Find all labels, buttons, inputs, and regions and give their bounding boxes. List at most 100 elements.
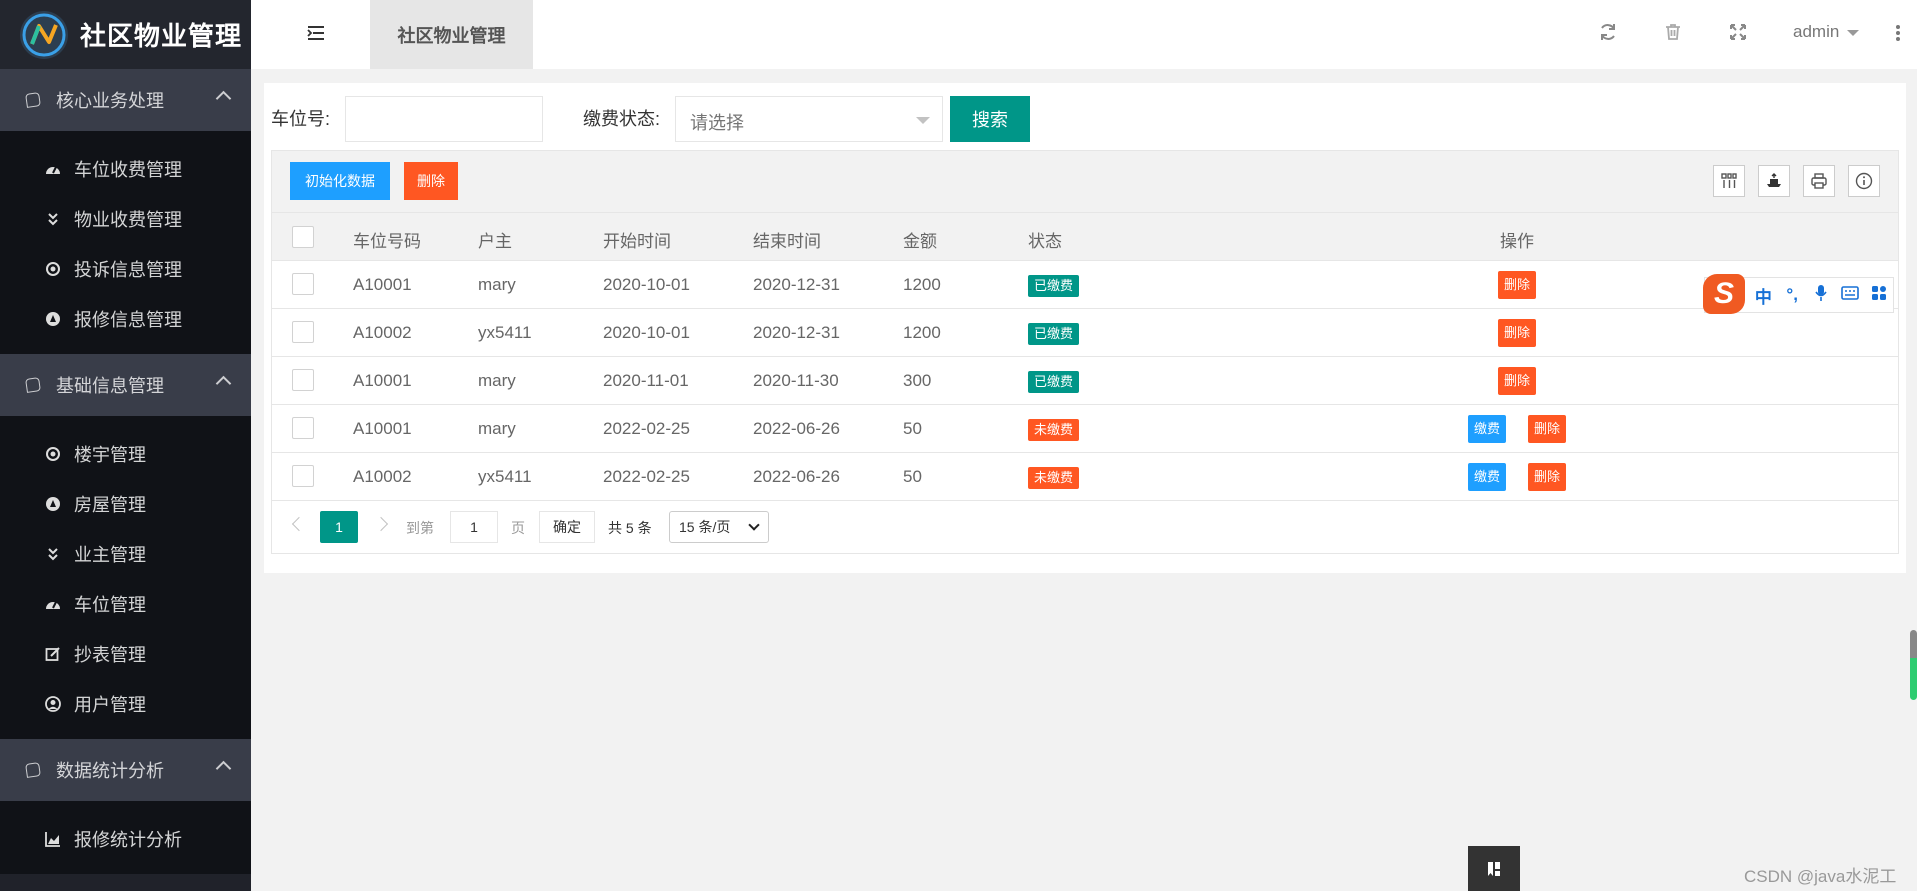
microphone-icon[interactable]	[1807, 284, 1836, 307]
delete-row-button[interactable]: 删除	[1528, 415, 1567, 443]
user-menu[interactable]: admin	[1793, 22, 1860, 42]
cell-code: A10001	[353, 419, 412, 438]
side-scroll-indicator[interactable]	[1910, 630, 1917, 700]
tab-property-management[interactable]: 社区物业管理	[370, 0, 533, 69]
app-logo[interactable]: 社区物业管理	[0, 0, 251, 69]
row-checkbox[interactable]	[292, 273, 314, 295]
sidebar-item-houses[interactable]: 房屋管理	[0, 479, 251, 529]
status-badge: 未缴费	[1028, 419, 1080, 441]
nav-list-statistics: 报修统计分析	[0, 801, 251, 874]
search-button[interactable]: 搜索	[950, 96, 1030, 142]
menu-toggle-icon[interactable]	[305, 22, 327, 44]
sidebar-item-repairs[interactable]: 报修信息管理	[0, 294, 251, 344]
select-all-checkbox[interactable]	[292, 226, 314, 248]
double-chevron-down-icon	[44, 210, 62, 228]
sidebar-item-label: 房屋管理	[74, 495, 146, 515]
refresh-icon[interactable]	[1598, 22, 1618, 42]
data-table: 初始化数据 删除 车位号码 户主 开始时间 结束时间 金额 状态 操作 A100…	[271, 150, 1899, 554]
apps-grid-icon[interactable]	[1864, 285, 1893, 306]
dashboard-icon	[44, 595, 62, 613]
main-card: 车位号: 缴费状态: 请选择 搜索 初始化数据 删除 车位号码 户主 开始时间 …	[264, 83, 1906, 573]
sidebar-item-parking-fee[interactable]: 车位收费管理	[0, 144, 251, 194]
group-icon	[25, 762, 41, 778]
sidebar-item-property-fee[interactable]: 物业收费管理	[0, 194, 251, 244]
target-icon	[44, 445, 62, 463]
init-data-button[interactable]: 初始化数据	[290, 162, 390, 200]
row-checkbox[interactable]	[292, 465, 314, 487]
page-number-current[interactable]: 1	[320, 511, 358, 543]
pay-row-button[interactable]: 缴费	[1468, 415, 1507, 443]
sidebar-item-owners[interactable]: 业主管理	[0, 529, 251, 579]
status-select[interactable]: 请选择	[675, 96, 943, 142]
column-header: 状态	[1028, 232, 1062, 251]
ime-punctuation-toggle[interactable]: °,	[1778, 285, 1807, 305]
row-checkbox[interactable]	[292, 417, 314, 439]
goto-page-input[interactable]: 1	[450, 511, 498, 543]
sidebar-item-repair-statistics[interactable]: 报修统计分析	[0, 814, 251, 864]
keyboard-icon[interactable]	[1835, 285, 1864, 305]
nav-group-basic-info[interactable]: 基础信息管理	[0, 354, 251, 416]
ime-mode-toggle[interactable]: 中	[1749, 283, 1778, 308]
trash-icon[interactable]	[1663, 22, 1683, 42]
csdn-watermark: CSDN @java水泥工	[1744, 867, 1897, 886]
next-page-icon[interactable]	[373, 516, 389, 532]
delete-row-button[interactable]: 删除	[1498, 367, 1537, 395]
status-badge: 已缴费	[1028, 371, 1080, 393]
sidebar-item-parking-spaces[interactable]: 车位管理	[0, 579, 251, 629]
table-row: A10001 mary 2020-11-01 2020-11-30 300 已缴…	[272, 357, 1898, 405]
row-checkbox[interactable]	[292, 369, 314, 391]
double-chevron-down-icon	[44, 545, 62, 563]
table-toolbar: 初始化数据 删除	[272, 151, 1898, 213]
sidebar-item-label: 车位管理	[74, 595, 146, 615]
sidebar-item-complaints[interactable]: 投诉信息管理	[0, 244, 251, 294]
column-header: 操作	[1500, 232, 1534, 251]
cell-start: 2022-02-25	[603, 467, 690, 486]
delete-row-button[interactable]: 删除	[1498, 271, 1537, 299]
plate-input[interactable]	[345, 96, 543, 142]
nav-group-label: 核心业务处理	[56, 91, 164, 111]
cell-owner: yx5411	[478, 323, 532, 342]
more-vertical-icon[interactable]	[1895, 22, 1901, 44]
cell-end: 2020-11-30	[753, 371, 839, 390]
print-icon[interactable]	[1803, 165, 1835, 197]
cell-amount: 50	[903, 419, 922, 438]
table-row: A10001 mary 2022-02-25 2022-06-26 50 未缴费…	[272, 405, 1898, 453]
ime-logo[interactable]: S	[1703, 274, 1745, 314]
sidebar-item-meter-reading[interactable]: 抄表管理	[0, 629, 251, 679]
cell-start: 2020-11-01	[603, 371, 689, 390]
caret-down-icon	[1847, 30, 1860, 36]
batch-delete-button[interactable]: 删除	[404, 162, 458, 200]
nav-list-basic-info: 楼宇管理 房屋管理 业主管理 车位管理 抄表管理 用户管理	[0, 416, 251, 739]
sidebar-item-label: 楼宇管理	[74, 445, 146, 465]
goto-confirm-button[interactable]: 确定	[539, 511, 595, 543]
sidebar-item-label: 报修统计分析	[74, 830, 182, 850]
cell-end: 2020-12-31	[753, 275, 840, 294]
cell-end: 2022-06-26	[753, 467, 840, 486]
sidebar-item-users[interactable]: 用户管理	[0, 679, 251, 729]
prev-page-icon[interactable]	[291, 516, 307, 532]
floating-tool-button[interactable]	[1468, 846, 1520, 891]
info-icon[interactable]	[1848, 165, 1880, 197]
delete-row-button[interactable]: 删除	[1498, 319, 1537, 347]
delete-row-button[interactable]: 删除	[1528, 463, 1567, 491]
column-header: 开始时间	[603, 232, 671, 251]
page-size-value: 15 条/页	[679, 519, 731, 535]
cell-code: A10002	[353, 323, 412, 342]
nav-group-core-business[interactable]: 核心业务处理	[0, 69, 251, 131]
sidebar-item-buildings[interactable]: 楼宇管理	[0, 429, 251, 479]
page-size-select[interactable]: 15 条/页	[669, 511, 769, 543]
pay-row-button[interactable]: 缴费	[1468, 463, 1507, 491]
fullscreen-icon[interactable]	[1728, 22, 1748, 42]
cell-amount: 50	[903, 467, 922, 486]
row-checkbox[interactable]	[292, 321, 314, 343]
edit-icon	[44, 645, 62, 663]
cell-amount: 1200	[903, 323, 941, 342]
cell-start: 2020-10-01	[603, 275, 690, 294]
nav-group-statistics[interactable]: 数据统计分析	[0, 739, 251, 801]
export-icon[interactable]	[1758, 165, 1790, 197]
columns-filter-icon[interactable]	[1713, 165, 1745, 197]
sidebar-item-label: 报修信息管理	[74, 310, 182, 330]
compass-icon	[44, 495, 62, 513]
sidebar-item-label: 车位收费管理	[74, 160, 182, 180]
status-label: 缴费状态:	[583, 109, 661, 129]
